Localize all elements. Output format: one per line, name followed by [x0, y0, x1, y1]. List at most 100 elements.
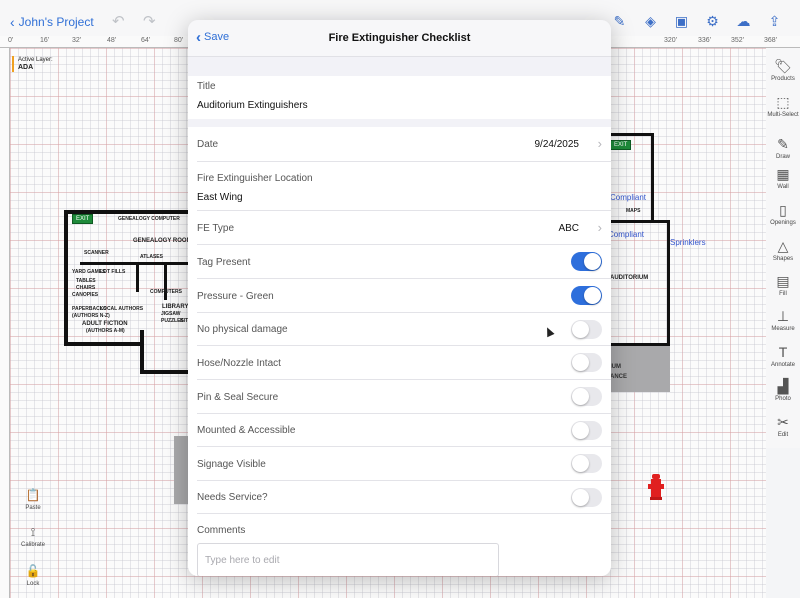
tag-icon: 🏷 [774, 58, 792, 74]
date-row[interactable]: Date 9/24/2025 › [188, 127, 611, 162]
ruler-tick: 64' [141, 37, 151, 44]
modal-title: Fire Extinguisher Checklist [328, 32, 471, 44]
tool-label: Measure [771, 326, 795, 332]
toggle-label: Tag Present [197, 257, 251, 268]
needs-service-toggle[interactable] [571, 488, 602, 507]
fp-label: (AUTHORS N-Z) [72, 313, 110, 319]
fp-label: TABLES [76, 278, 96, 284]
ruler-tick: 16' [40, 37, 50, 44]
pen-icon[interactable]: ✎ [610, 12, 629, 31]
fp-label: MAPS [626, 208, 641, 214]
no-physical-damage-toggle[interactable] [571, 320, 602, 339]
title-field-value[interactable]: Auditorium Extinguishers [197, 100, 308, 111]
signage-visible-toggle[interactable] [571, 454, 602, 473]
fire-hydrant-icon[interactable] [648, 472, 664, 502]
fp-label: (AUTHORS A-M) [86, 328, 125, 334]
pin-seal-toggle[interactable] [571, 387, 602, 406]
location-value[interactable]: East Wing [197, 192, 243, 203]
wall[interactable] [651, 133, 654, 223]
annotation-note[interactable]: Sprinklers [670, 238, 706, 247]
toggle-knob [584, 253, 601, 270]
gray-area[interactable] [174, 436, 188, 504]
fp-label: IUM [610, 364, 621, 370]
fp-label: GENEALOGY ROOM [133, 238, 192, 244]
wall[interactable] [606, 133, 654, 136]
shelf[interactable] [80, 262, 188, 265]
location-label: Fire Extinguisher Location [197, 173, 313, 184]
tool-label: Annotate [770, 362, 796, 368]
tag-present-toggle[interactable] [571, 252, 602, 271]
fp-label: GENEALOGY COMPUTER [118, 216, 180, 222]
exit-sign[interactable]: EXIT [72, 214, 94, 224]
image-icon[interactable]: ▣ [672, 12, 691, 31]
fp-label: JIGSAW [161, 311, 181, 317]
wall[interactable] [64, 342, 142, 346]
tool-fill[interactable]: ▤ Fill [766, 273, 800, 297]
checklist-modal: ‹ Save Fire Extinguisher Checklist Title… [188, 20, 611, 576]
tool-draw[interactable]: ✎ Draw [766, 136, 800, 160]
tool-annotate[interactable]: T Annotate [766, 344, 800, 368]
comments-label: Comments [197, 525, 246, 536]
tool-calibrate[interactable]: ⟟ Calibrate [16, 525, 50, 548]
active-layer-label: Active Layer: [18, 57, 53, 63]
tool-openings[interactable]: ▯ Openings [766, 202, 800, 226]
fp-label: ANCE [610, 374, 628, 380]
tool-measure[interactable]: ⊥ Measure [766, 308, 800, 332]
location-field[interactable]: Fire Extinguisher Location East Wing [188, 162, 611, 211]
fe-type-row[interactable]: FE Type ABC › [188, 211, 611, 245]
vertical-ruler [0, 48, 10, 598]
redo-icon[interactable]: ↷ [143, 12, 156, 30]
layers-icon[interactable]: ◈ [641, 12, 660, 31]
ruler-tick: 368' [764, 37, 778, 44]
fp-label: CHAIRS [76, 285, 96, 291]
settings-icon[interactable]: ⚙ [703, 12, 722, 31]
wall[interactable] [140, 370, 190, 374]
toggle-label: No physical damage [197, 324, 288, 335]
tool-label: Openings [770, 220, 796, 226]
fp-label: ATLASES [140, 254, 163, 260]
fe-type-value: ABC [558, 223, 579, 234]
tool-label: Wall [777, 184, 789, 190]
exit-sign[interactable]: EXIT [610, 140, 632, 150]
annotation-note[interactable]: Compliant [610, 193, 646, 202]
undo-icon[interactable]: ↶ [112, 12, 125, 30]
tool-multi-select[interactable]: ⬚ Multi-Select [766, 94, 800, 118]
toggle-label: Pressure - Green [197, 291, 274, 302]
fill-icon: ▤ [776, 273, 790, 289]
tool-label: Paste [25, 505, 41, 511]
wall[interactable] [606, 220, 670, 223]
tool-label: Draw [775, 154, 790, 160]
right-toolbar: 🏷 Products ⬚ Multi-Select ✎ Draw ▦ Wall ▯ Ope… [766, 48, 800, 448]
pressure-green-toggle[interactable] [571, 286, 602, 305]
title-field-label: Title [197, 81, 216, 92]
back-to-project-button[interactable]: ‹ John's Project [10, 14, 94, 30]
toggle-row-signage: Signage Visible [188, 447, 611, 481]
toggle-label: Hose/Nozzle Intact [197, 358, 281, 369]
tool-products[interactable]: 🏷 Products [766, 58, 800, 82]
tool-lock[interactable]: 🔓 Lock [16, 564, 50, 587]
title-field[interactable]: Title Auditorium Extinguishers [188, 76, 611, 119]
ruler-tick: 0' [8, 37, 14, 44]
share-icon[interactable]: ⇪ [765, 12, 784, 31]
shelf[interactable] [136, 262, 139, 292]
comments-input[interactable]: Type here to edit [197, 543, 499, 576]
wall[interactable] [140, 330, 144, 374]
tool-photo[interactable]: ▟ Photo [766, 378, 800, 402]
tool-wall[interactable]: ▦ Wall [766, 166, 800, 190]
tool-edit[interactable]: ✂ Edit [766, 414, 800, 438]
fp-label: COMPUTERS [150, 289, 182, 295]
toggle-knob [572, 455, 589, 472]
wall[interactable] [64, 210, 68, 346]
hose-nozzle-toggle[interactable] [571, 353, 602, 372]
mounted-accessible-toggle[interactable] [571, 421, 602, 440]
tool-shapes[interactable]: △ Shapes [766, 238, 800, 262]
tool-label: Multi-Select [767, 112, 799, 118]
annotation-note[interactable]: Compliant [608, 230, 644, 239]
tool-label: Products [771, 76, 795, 82]
help-icon[interactable]: ? [796, 12, 800, 31]
toggle-row-mounted: Mounted & Accessible [188, 414, 611, 447]
cloud-upload-icon[interactable]: ☁ [734, 12, 753, 31]
tool-label: Fill [779, 291, 787, 297]
ruler-tick: 320' [664, 37, 678, 44]
tool-paste[interactable]: 📋 Paste [16, 488, 50, 511]
